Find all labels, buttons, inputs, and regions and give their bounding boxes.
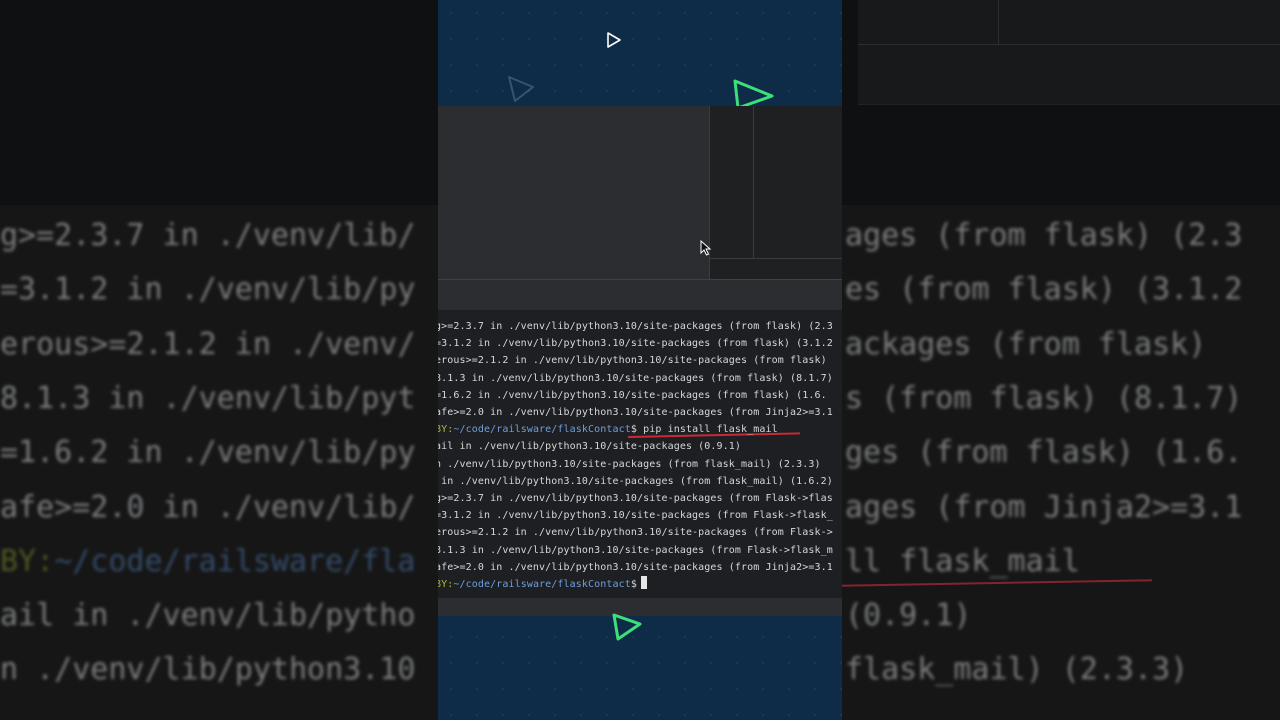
terminal-line: erous>=2.1.2 in ./venv/lib/python3.10/si… [438, 352, 827, 369]
terminal-line: =1.6.2 in ./venv/lib/python3.10/site-pac… [438, 387, 827, 404]
bg-line-right: ages (from Jinja2>=3.1 [845, 489, 1243, 525]
terminal-line-text: ail in ./venv/lib/python3.10/site-packag… [438, 441, 742, 453]
bg-line-left: ail in ./venv/lib/pytho [0, 598, 416, 634]
terminal-line: 8.1.3 in ./venv/lib/python3.10/site-pack… [438, 370, 833, 387]
terminal-line-text: erous>=2.1.2 in ./venv/lib/python3.10/si… [438, 527, 833, 539]
bg-line-right: (0.9.1) [845, 598, 972, 634]
prompt-user: BY: [438, 579, 454, 590]
terminal-line: BY:~/code/railsware/flaskContact$ pip in… [438, 421, 778, 438]
terminal-line: afe>=2.0 in ./venv/lib/python3.10/site-p… [438, 559, 833, 576]
terminal-line-text: =3.1.2 in ./venv/lib/python3.10/site-pac… [438, 510, 833, 522]
terminal-line-text: g>=2.3.7 in ./venv/lib/python3.10/site-p… [438, 493, 833, 504]
editor-area [438, 106, 709, 279]
mouse-pointer-icon [700, 240, 712, 256]
side-panel [709, 106, 842, 279]
bg-line-right: es (from flask) (3.1.2 [845, 272, 1243, 308]
video-strip: g>=2.3.7 in ./venv/lib/python3.10/site-p… [438, 0, 842, 720]
bg-line-left: =1.6.2 in ./venv/lib/py [0, 435, 416, 471]
prompt-command: $ [630, 579, 637, 590]
terminal-line-text: erous>=2.1.2 in ./venv/lib/python3.10/si… [438, 355, 827, 367]
bg-line-right: ages (from flask) (2.3 [845, 218, 1243, 253]
bg-line-right: ges (from flask) (1.6. [845, 435, 1243, 471]
terminal-line: ail in ./venv/lib/python3.10/site-packag… [438, 438, 741, 455]
terminal-line-text: 8.1.3 in ./venv/lib/python3.10/site-pack… [438, 544, 833, 556]
terminal-line: g>=2.3.7 in ./venv/lib/python3.10/site-p… [438, 490, 833, 507]
terminal-line: in ./venv/lib/python3.10/site-packages (… [438, 473, 833, 490]
prompt-path: ~/code/railsware/flaskContact [453, 579, 631, 590]
bg-line-left: n ./venv/lib/python3.10 [0, 652, 416, 688]
bg-line-right: ackages (from flask) [845, 326, 1207, 362]
terminal-line-text: afe>=2.0 in ./venv/lib/python3.10/site-p… [438, 407, 833, 418]
terminal-line-text: in ./venv/lib/python3.10/site-packages (… [438, 475, 833, 487]
prompt-command: $ pip install flask_mail [630, 424, 778, 436]
triangle-outline-icon [508, 76, 534, 102]
terminal-line-text: =3.1.2 in ./venv/lib/python3.10/site-pac… [438, 338, 833, 350]
terminal-line: n ./venv/lib/python3.10/site-packages (f… [438, 456, 821, 473]
green-triangle-icon [612, 613, 642, 641]
bg-line-left: =3.1.2 in ./venv/lib/py [0, 272, 416, 308]
ide-window: g>=2.3.7 in ./venv/lib/python3.10/site-p… [438, 106, 842, 616]
terminal-line: g>=2.3.7 in ./venv/lib/python3.10/site-p… [438, 318, 833, 335]
bg-panel-corner [858, 0, 1280, 105]
terminal-line-text: g>=2.3.7 in ./venv/lib/python3.10/site-p… [438, 321, 833, 332]
terminal-line: BY:~/code/railsware/flaskContact$ [438, 576, 647, 593]
terminal-line: afe>=2.0 in ./venv/lib/python3.10/site-p… [438, 404, 833, 421]
bg-line-right: flask_mail) (2.3.3) [845, 652, 1189, 688]
bg-line-right: s (from flask) (8.1.7) [845, 380, 1243, 416]
terminal-line: =3.1.2 in ./venv/lib/python3.10/site-pac… [438, 507, 833, 524]
play-icon [607, 32, 621, 48]
terminal-output[interactable]: g>=2.3.7 in ./venv/lib/python3.10/site-p… [438, 310, 842, 598]
terminal-line-text: =1.6.2 in ./venv/lib/python3.10/site-pac… [438, 389, 827, 401]
terminal-line: 8.1.3 in ./venv/lib/python3.10/site-pack… [438, 542, 833, 559]
terminal-toolbar [438, 280, 842, 310]
bg-line-left: afe>=2.0 in ./venv/lib/ [0, 489, 416, 525]
bg-line-left: g>=2.3.7 in ./venv/lib/ [0, 218, 416, 253]
prompt-path: ~/code/railsware/flaskContact [453, 424, 631, 436]
terminal-line-text: n ./venv/lib/python3.10/site-packages (f… [438, 458, 821, 470]
terminal-line-text: afe>=2.0 in ./venv/lib/python3.10/site-p… [438, 561, 833, 573]
text-cursor [641, 576, 647, 589]
bg-line-left: erous>=2.1.2 in ./venv/ [0, 326, 416, 362]
prompt-user: BY: [438, 424, 454, 436]
bg-line-right: ll flask_mail [845, 543, 1080, 579]
bg-line-left: BY:~/code/railsware/fla [0, 543, 416, 579]
terminal-line-text: 8.1.3 in ./venv/lib/python3.10/site-pack… [438, 372, 833, 384]
terminal-line: =3.1.2 in ./venv/lib/python3.10/site-pac… [438, 335, 833, 352]
bg-line-left: 8.1.3 in ./venv/lib/pyt [0, 380, 416, 416]
terminal-line: erous>=2.1.2 in ./venv/lib/python3.10/si… [438, 524, 833, 541]
